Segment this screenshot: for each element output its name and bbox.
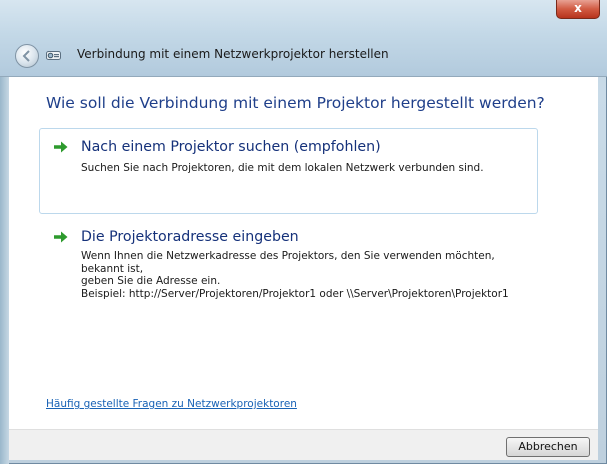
option-description: Wenn Ihnen die Netzwerkadresse des Proje… [81,250,531,300]
back-arrow-icon [22,50,30,62]
window-border [0,77,9,464]
description-line: Wenn Ihnen die Netzwerkadresse des Proje… [81,250,495,275]
green-arrow-icon [54,141,68,153]
back-button[interactable] [15,44,39,68]
cancel-button[interactable]: Abbrechen [506,437,590,457]
description-line: Suchen Sie nach Projektoren, die mit dem… [81,162,484,174]
option-enter-address[interactable]: Die Projektoradresse eingeben Wenn Ihnen… [39,218,538,300]
green-arrow-icon [54,231,68,243]
option-description: Suchen Sie nach Projektoren, die mit dem… [81,162,531,175]
projector-icon [46,51,61,60]
close-button[interactable]: x [556,0,600,19]
option-search-projector[interactable]: Nach einem Projektor suchen (empfohlen) … [39,128,538,214]
option-title: Die Projektoradresse eingeben [81,229,299,245]
title-bar: x Verbindung mit einem Netzwerkprojektor… [0,0,607,77]
description-line: Beispiel: http://Server/Projektoren/Proj… [81,287,509,300]
faq-link[interactable]: Häufig gestellte Fragen zu Netzwerkproje… [46,398,297,410]
description-line: geben Sie die Adresse ein. [81,275,221,287]
page-heading: Wie soll die Verbindung mit einem Projek… [46,94,545,112]
content-area: Wie soll die Verbindung mit einem Projek… [9,77,598,429]
dialog-window: x Verbindung mit einem Netzwerkprojektor… [0,0,607,464]
button-bar: Abbrechen [9,429,598,460]
window-title: Verbindung mit einem Netzwerkprojektor h… [77,47,389,61]
option-title: Nach einem Projektor suchen (empfohlen) [81,139,381,155]
